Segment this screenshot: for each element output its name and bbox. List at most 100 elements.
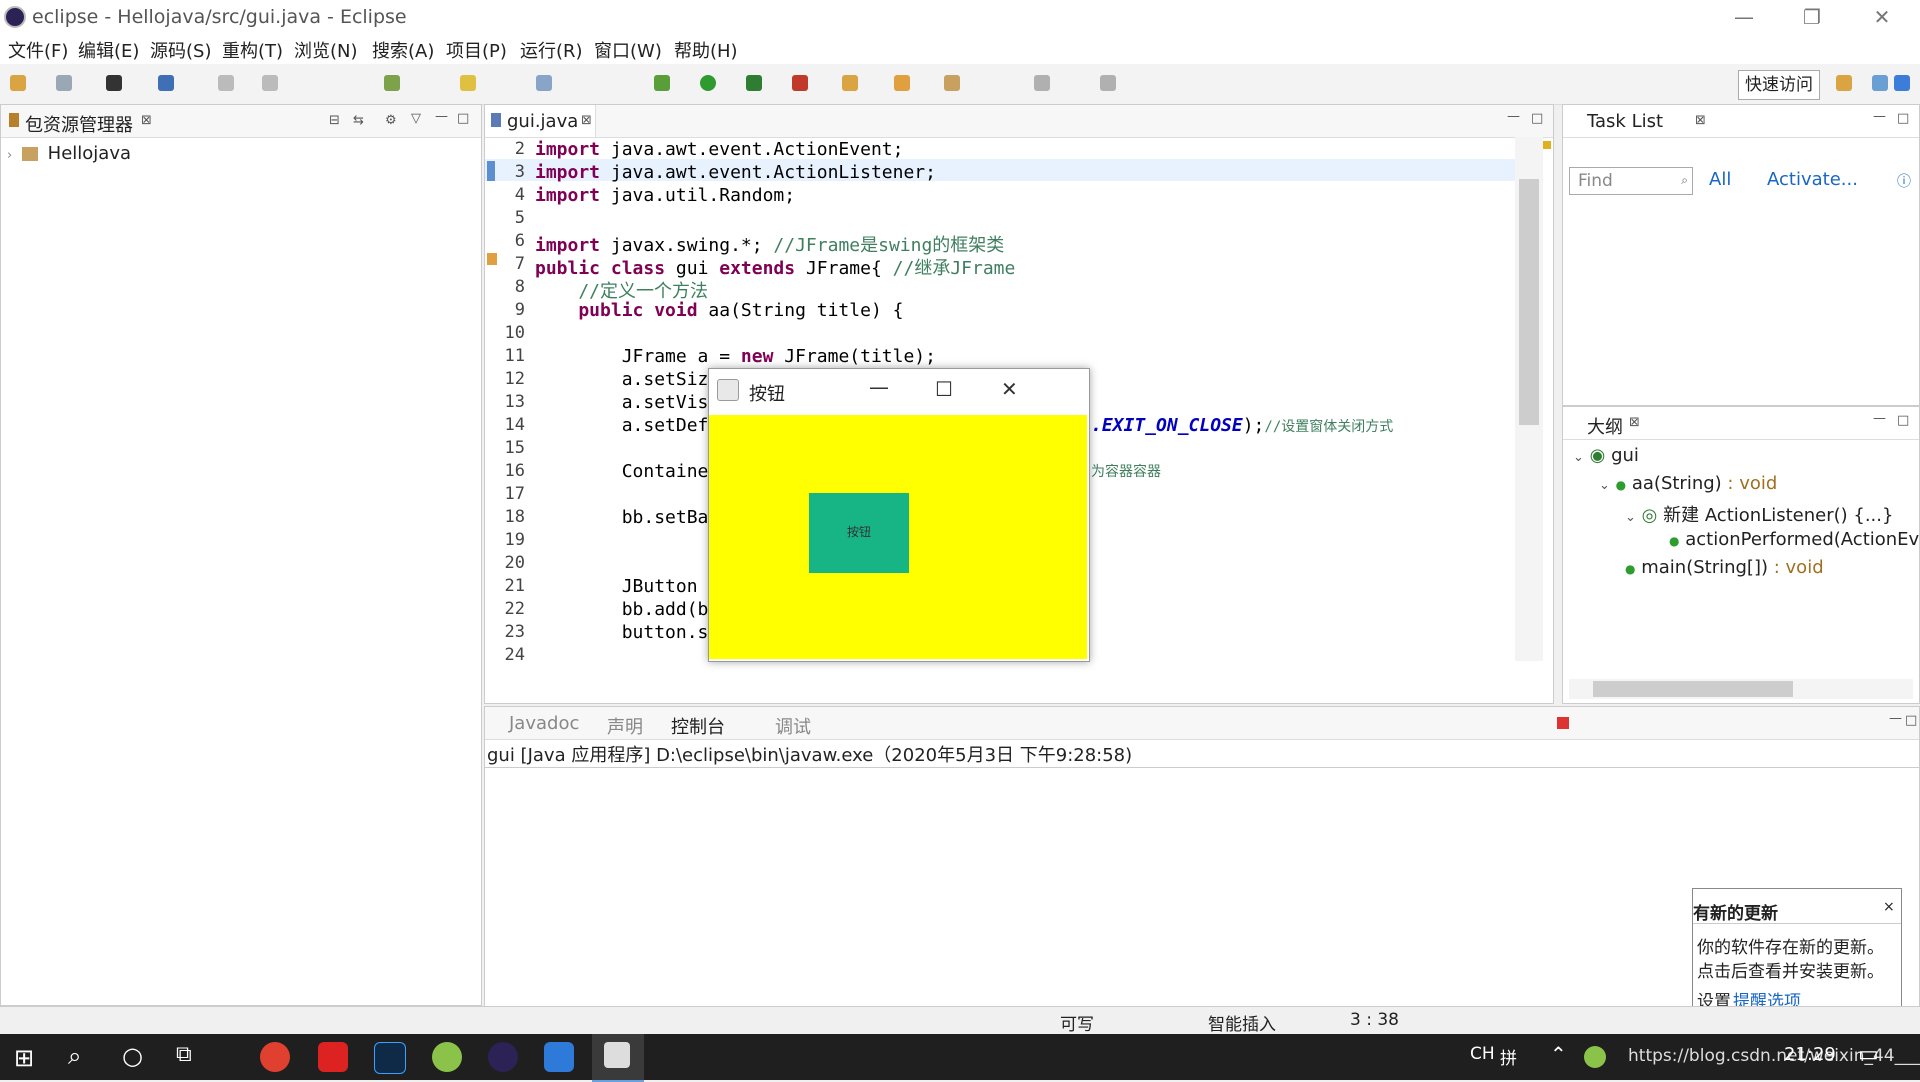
debug-run-icon[interactable]	[654, 75, 670, 91]
menu-search[interactable]: 搜索(A)	[372, 37, 434, 63]
code-line[interactable]: public void aa(String title) {	[535, 300, 903, 321]
maximize-view-icon[interactable]: □	[1897, 413, 1909, 428]
restore-button[interactable]: ❐	[1782, 0, 1842, 34]
tab-debug[interactable]: 调试	[775, 713, 811, 739]
minimize-editor-icon[interactable]: —	[1507, 109, 1520, 124]
tree-item-project[interactable]: › Hellojava	[7, 143, 131, 164]
code-line[interactable]: import java.awt.event.ActionListener;	[535, 162, 936, 183]
app-red-icon[interactable]	[318, 1042, 348, 1072]
mark-icon[interactable]	[460, 75, 476, 91]
swing-button[interactable]: 按钮	[809, 493, 909, 573]
menu-project[interactable]: 项目(P)	[446, 37, 507, 63]
close-icon[interactable]: ×	[1883, 899, 1895, 915]
code-comment-tail[interactable]: 为容器容器	[1091, 461, 1161, 481]
quick-access-button[interactable]: 快速访问	[1738, 70, 1820, 100]
save-icon[interactable]	[56, 75, 72, 91]
find-input[interactable]: Find ⌕	[1569, 167, 1693, 195]
stop-icon[interactable]	[262, 75, 278, 91]
package-explorer-title[interactable]: 包资源管理器	[25, 111, 133, 137]
activate-link[interactable]: Activate...	[1767, 169, 1858, 190]
code-line[interactable]: Containe	[535, 461, 709, 482]
outline-scroll-thumb[interactable]	[1593, 681, 1793, 697]
minimize-view-icon[interactable]: —	[435, 109, 448, 124]
package-icon[interactable]	[384, 75, 400, 91]
outline-title[interactable]: 大纲	[1587, 413, 1623, 439]
next-annotation-icon[interactable]	[944, 75, 960, 91]
chevron-up-icon[interactable]: ⌃	[1550, 1042, 1567, 1066]
code-line[interactable]: button.s	[535, 622, 709, 643]
ime-indicator[interactable]: 拼	[1500, 1044, 1517, 1069]
outline-item-class[interactable]: ⌄ ◉ gui	[1573, 445, 1639, 466]
tab-javadoc[interactable]: Javadoc	[509, 713, 579, 734]
code-line[interactable]: import java.util.Random;	[535, 185, 795, 206]
collapse-all-icon[interactable]: ⊟	[329, 113, 340, 128]
browser-icon[interactable]	[432, 1042, 462, 1072]
vertical-scrollbar[interactable]	[1515, 137, 1543, 661]
code-line[interactable]: JFrame a = new JFrame(title);	[535, 346, 936, 367]
close-view-icon[interactable]: ⊠	[1695, 113, 1706, 128]
code-line[interactable]: bb.setBa	[535, 507, 709, 528]
close-button[interactable]: ✕	[1852, 0, 1912, 34]
task-list-title[interactable]: Task List	[1587, 111, 1663, 132]
terminate-icon[interactable]	[1557, 717, 1569, 729]
swing-minimize-button[interactable]: —	[869, 375, 889, 399]
menu-navigate[interactable]: 浏览(N)	[294, 37, 358, 63]
clock[interactable]: 21:29	[1784, 1044, 1836, 1065]
new-icon[interactable]	[10, 75, 26, 91]
menu-refactor[interactable]: 重构(T)	[222, 37, 283, 63]
outline-item-main[interactable]: ● main(String[]) : void	[1625, 557, 1824, 578]
back-icon[interactable]	[1034, 75, 1050, 91]
debug-icon[interactable]	[106, 75, 122, 91]
tab-console[interactable]: 控制台	[671, 713, 725, 739]
search-icon[interactable]: ⌕	[68, 1042, 81, 1070]
editor-tab[interactable]: gui.java ⊠	[485, 105, 596, 137]
annotation-icon[interactable]	[536, 75, 552, 91]
minimize-view-icon[interactable]: —	[1889, 711, 1902, 726]
close-view-icon[interactable]: ⊠	[141, 113, 152, 128]
task-view-icon[interactable]: ⧉	[176, 1042, 192, 1067]
debug-perspective-icon[interactable]	[1894, 75, 1910, 91]
minimize-button[interactable]: —	[1714, 0, 1774, 34]
close-view-icon[interactable]: ⊠	[1629, 415, 1640, 430]
code-line[interactable]: a.setSiz	[535, 369, 709, 390]
chrome-icon[interactable]	[260, 1042, 290, 1072]
code-line[interactable]: a.setVis	[535, 392, 709, 413]
forward-icon[interactable]	[1100, 75, 1116, 91]
coverage-icon[interactable]	[746, 75, 762, 91]
outline-item-action[interactable]: ● actionPerformed(ActionEv	[1669, 529, 1919, 550]
menu-run[interactable]: 运行(R)	[520, 37, 583, 63]
code-line[interactable]: bb.add(b	[535, 599, 709, 620]
maximize-view-icon[interactable]: □	[457, 111, 469, 126]
swing-maximize-button[interactable]: ☐	[935, 377, 953, 401]
menu-edit[interactable]: 编辑(E)	[78, 37, 139, 63]
notification-icon[interactable]: ▭	[1858, 1042, 1879, 1067]
menu-source[interactable]: 源码(S)	[150, 37, 211, 63]
tray-app-icon[interactable]	[1584, 1046, 1606, 1068]
view-menu-icon[interactable]: ▽	[411, 111, 421, 126]
input-language-indicator[interactable]: CH	[1470, 1044, 1495, 1064]
help-icon[interactable]: ⓘ	[1897, 171, 1911, 191]
maximize-view-icon[interactable]: □	[1905, 713, 1917, 728]
maximize-view-icon[interactable]: □	[1897, 111, 1909, 126]
resume-icon[interactable]	[218, 75, 234, 91]
code-line-tail[interactable]: .EXIT_ON_CLOSE);//设置窗体关闭方式	[1091, 415, 1393, 436]
tab-declaration[interactable]: 声明	[607, 713, 643, 739]
java-app-taskbar-item[interactable]	[592, 1034, 644, 1082]
run-icon[interactable]	[700, 75, 716, 91]
photoshop-icon[interactable]	[374, 1042, 406, 1074]
swing-close-button[interactable]: ✕	[1001, 377, 1018, 401]
outline-item-method[interactable]: ⌄ ● aa(String) : void	[1599, 473, 1777, 494]
horizontal-scrollbar[interactable]	[485, 673, 1515, 697]
external-tools-icon[interactable]	[792, 75, 808, 91]
all-link[interactable]: All	[1709, 169, 1731, 190]
menu-window[interactable]: 窗口(W)	[594, 37, 662, 63]
console-icon[interactable]	[158, 75, 174, 91]
link-editor-icon[interactable]: ⇆	[353, 113, 364, 128]
code-line[interactable]: import java.awt.event.ActionEvent;	[535, 139, 903, 160]
code-line[interactable]: JButton	[535, 576, 698, 597]
minimize-view-icon[interactable]: —	[1873, 411, 1886, 426]
cortana-icon[interactable]: ○	[122, 1042, 143, 1070]
vertical-scroll-thumb[interactable]	[1519, 179, 1539, 425]
minimize-view-icon[interactable]: —	[1873, 109, 1886, 124]
windows-start-icon[interactable]: ⊞	[14, 1044, 34, 1072]
